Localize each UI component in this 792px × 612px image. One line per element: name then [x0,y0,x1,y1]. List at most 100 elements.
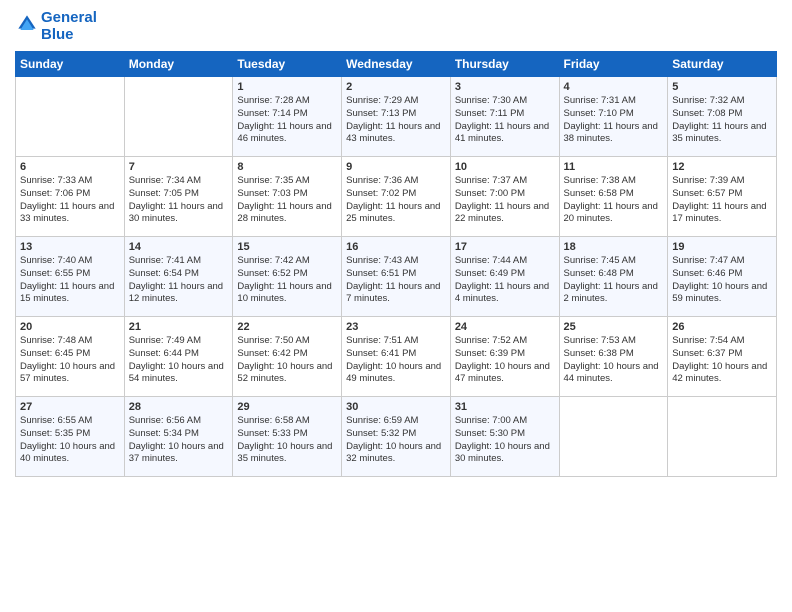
calendar-cell: 25Sunrise: 7:53 AM Sunset: 6:38 PM Dayli… [559,317,668,397]
day-number: 5 [672,81,772,93]
day-info: Sunrise: 7:39 AM Sunset: 6:57 PM Dayligh… [672,175,772,226]
day-number: 22 [237,321,337,333]
day-info: Sunrise: 6:55 AM Sunset: 5:35 PM Dayligh… [20,415,120,466]
page-container: General Blue SundayMondayTuesdayWednesda… [0,0,792,492]
day-info: Sunrise: 7:40 AM Sunset: 6:55 PM Dayligh… [20,255,120,306]
day-number: 7 [129,161,229,173]
day-info: Sunrise: 7:44 AM Sunset: 6:49 PM Dayligh… [455,255,555,306]
day-info: Sunrise: 7:47 AM Sunset: 6:46 PM Dayligh… [672,255,772,306]
calendar-cell [16,77,125,157]
calendar-cell: 18 Sunrise: 7:45 AM Sunset: 6:48 PM Dayli… [559,237,668,317]
day-number: 14 [129,241,229,253]
day-number: 18 [564,241,664,253]
day-number: 17 [455,241,555,253]
day-info: Sunrise: 7:28 AM Sunset: 7:14 PM Dayligh… [237,95,337,146]
calendar-cell: 13 Sunrise: 7:40 AM Sunset: 6:55 PM Dayli… [16,237,125,317]
day-info: Sunrise: 7:54 AM Sunset: 6:37 PM Dayligh… [672,335,772,386]
day-info: Sunrise: 7:45 AM Sunset: 6:48 PM Dayligh… [564,255,664,306]
day-number: 20 [20,321,120,333]
logo-text: General [41,10,97,27]
day-number: 8 [237,161,337,173]
calendar-cell: 11Sunrise: 7:38 AM Sunset: 6:58 PM Dayli… [559,157,668,237]
week-row-4: 20Sunrise: 7:48 AM Sunset: 6:45 PM Dayli… [16,317,777,397]
week-row-1: 1Sunrise: 7:28 AM Sunset: 7:14 PM Daylig… [16,77,777,157]
day-number: 27 [20,401,120,413]
day-info: Sunrise: 6:58 AM Sunset: 5:33 PM Dayligh… [237,415,337,466]
day-info: Sunrise: 7:52 AM Sunset: 6:39 PM Dayligh… [455,335,555,386]
day-info: Sunrise: 7:32 AM Sunset: 7:08 PM Dayligh… [672,95,772,146]
calendar-cell: 29 Sunrise: 6:58 AM Sunset: 5:33 PM Dayli… [233,397,342,477]
calendar-cell: 17 Sunrise: 7:44 AM Sunset: 6:49 PM Dayli… [450,237,559,317]
calendar-cell: 7 Sunrise: 7:34 AM Sunset: 7:05 PM Daylig… [124,157,233,237]
calendar-cell: 26 Sunrise: 7:54 AM Sunset: 6:37 PM Dayli… [668,317,777,397]
day-info: Sunrise: 7:49 AM Sunset: 6:44 PM Dayligh… [129,335,229,386]
calendar-cell: 14Sunrise: 7:41 AM Sunset: 6:54 PM Dayli… [124,237,233,317]
day-number: 3 [455,81,555,93]
day-info: Sunrise: 7:43 AM Sunset: 6:51 PM Dayligh… [346,255,446,306]
day-info: Sunrise: 7:29 AM Sunset: 7:13 PM Dayligh… [346,95,446,146]
day-info: Sunrise: 7:36 AM Sunset: 7:02 PM Dayligh… [346,175,446,226]
day-number: 6 [20,161,120,173]
day-info: Sunrise: 7:37 AM Sunset: 7:00 PM Dayligh… [455,175,555,226]
calendar-table: SundayMondayTuesdayWednesdayThursdayFrid… [15,51,777,477]
day-info: Sunrise: 6:56 AM Sunset: 5:34 PM Dayligh… [129,415,229,466]
week-row-3: 13 Sunrise: 7:40 AM Sunset: 6:55 PM Dayli… [16,237,777,317]
calendar-cell: 19Sunrise: 7:47 AM Sunset: 6:46 PM Dayli… [668,237,777,317]
day-info: Sunrise: 7:33 AM Sunset: 7:06 PM Dayligh… [20,175,120,226]
calendar-cell: 28Sunrise: 6:56 AM Sunset: 5:34 PM Dayli… [124,397,233,477]
day-info: Sunrise: 7:30 AM Sunset: 7:11 PM Dayligh… [455,95,555,146]
day-number: 15 [237,241,337,253]
calendar-cell: 27 Sunrise: 6:55 AM Sunset: 5:35 PM Dayli… [16,397,125,477]
day-info: Sunrise: 7:42 AM Sunset: 6:52 PM Dayligh… [237,255,337,306]
calendar-header-row: SundayMondayTuesdayWednesdayThursdayFrid… [16,52,777,77]
day-number: 21 [129,321,229,333]
day-info: Sunrise: 7:38 AM Sunset: 6:58 PM Dayligh… [564,175,664,226]
day-info: Sunrise: 7:34 AM Sunset: 7:05 PM Dayligh… [129,175,229,226]
week-row-2: 6 Sunrise: 7:33 AM Sunset: 7:06 PM Daylig… [16,157,777,237]
calendar-cell: 3 Sunrise: 7:30 AM Sunset: 7:11 PM Daylig… [450,77,559,157]
day-info: Sunrise: 7:50 AM Sunset: 6:42 PM Dayligh… [237,335,337,386]
day-header-monday: Monday [124,52,233,77]
day-header-saturday: Saturday [668,52,777,77]
day-number: 13 [20,241,120,253]
calendar-cell: 31 Sunrise: 7:00 AM Sunset: 5:30 PM Dayli… [450,397,559,477]
calendar-cell: 23Sunrise: 7:51 AM Sunset: 6:41 PM Dayli… [342,317,451,397]
logo: General Blue [15,10,97,43]
day-number: 10 [455,161,555,173]
day-info: Sunrise: 7:00 AM Sunset: 5:30 PM Dayligh… [455,415,555,466]
calendar-cell: 15 Sunrise: 7:42 AM Sunset: 6:52 PM Dayli… [233,237,342,317]
day-number: 4 [564,81,664,93]
calendar-cell: 2Sunrise: 7:29 AM Sunset: 7:13 PM Daylig… [342,77,451,157]
page-header: General Blue [15,10,777,43]
calendar-cell: 4Sunrise: 7:31 AM Sunset: 7:10 PM Daylig… [559,77,668,157]
calendar-cell: 12 Sunrise: 7:39 AM Sunset: 6:57 PM Dayli… [668,157,777,237]
calendar-cell: 20Sunrise: 7:48 AM Sunset: 6:45 PM Dayli… [16,317,125,397]
calendar-cell [668,397,777,477]
day-number: 25 [564,321,664,333]
calendar-cell: 16 Sunrise: 7:43 AM Sunset: 6:51 PM Dayli… [342,237,451,317]
calendar-cell: 6 Sunrise: 7:33 AM Sunset: 7:06 PM Daylig… [16,157,125,237]
calendar-cell: 21 Sunrise: 7:49 AM Sunset: 6:44 PM Dayli… [124,317,233,397]
calendar-cell: 24Sunrise: 7:52 AM Sunset: 6:39 PM Dayli… [450,317,559,397]
calendar-cell [559,397,668,477]
day-number: 9 [346,161,446,173]
day-number: 12 [672,161,772,173]
day-header-wednesday: Wednesday [342,52,451,77]
week-row-5: 27 Sunrise: 6:55 AM Sunset: 5:35 PM Dayli… [16,397,777,477]
calendar-cell [124,77,233,157]
calendar-cell: 9 Sunrise: 7:36 AM Sunset: 7:02 PM Daylig… [342,157,451,237]
day-number: 29 [237,401,337,413]
calendar-cell: 30 Sunrise: 6:59 AM Sunset: 5:32 PM Dayli… [342,397,451,477]
day-header-thursday: Thursday [450,52,559,77]
calendar-cell: 10 Sunrise: 7:37 AM Sunset: 7:00 PM Dayli… [450,157,559,237]
day-number: 31 [455,401,555,413]
logo-icon [17,14,37,34]
calendar-cell: 8Sunrise: 7:35 AM Sunset: 7:03 PM Daylig… [233,157,342,237]
day-header-friday: Friday [559,52,668,77]
day-info: Sunrise: 6:59 AM Sunset: 5:32 PM Dayligh… [346,415,446,466]
day-info: Sunrise: 7:51 AM Sunset: 6:41 PM Dayligh… [346,335,446,386]
day-number: 30 [346,401,446,413]
day-number: 26 [672,321,772,333]
day-number: 16 [346,241,446,253]
calendar-cell: 5 Sunrise: 7:32 AM Sunset: 7:08 PM Daylig… [668,77,777,157]
